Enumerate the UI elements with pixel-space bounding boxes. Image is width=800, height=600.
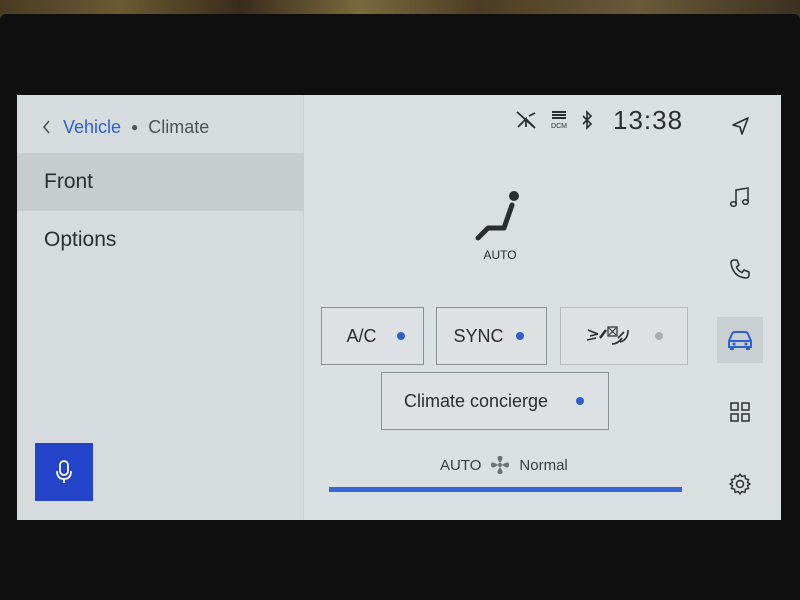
climate-concierge-button[interactable]: Climate concierge	[381, 372, 609, 430]
apps-icon	[730, 402, 750, 422]
climate-main-area: DCM 13:38 AUTO A/C SYNC Climate concierg…	[305, 95, 709, 520]
apps-button[interactable]	[717, 389, 763, 435]
car-icon	[728, 331, 752, 350]
air-recirculation-button[interactable]	[560, 307, 688, 365]
fan-speed-readout: AUTO Normal	[440, 453, 568, 477]
clock: 13:38	[613, 104, 684, 135]
music-icon	[729, 187, 750, 208]
voice-command-button[interactable]	[35, 443, 93, 501]
navigation-icon	[732, 117, 749, 135]
signal-off-icon	[516, 111, 536, 129]
breadcrumb-separator: ●	[131, 120, 139, 134]
settings-button[interactable]	[717, 461, 763, 507]
climate-concierge-label: Climate concierge	[403, 390, 549, 411]
seat-icon	[475, 191, 519, 241]
navigation-button[interactable]	[717, 103, 763, 149]
air-recirculation-icon	[586, 326, 629, 345]
air-recirculation-indicator	[655, 332, 663, 340]
ac-button-label: A/C	[346, 325, 377, 346]
menu-item-front[interactable]: Front	[17, 153, 304, 211]
breadcrumb-current: Climate	[148, 116, 210, 137]
seat-mode-label: AUTO	[483, 248, 517, 262]
status-bar: DCM 13:38	[515, 105, 683, 135]
settings-icon	[729, 473, 751, 495]
sync-button[interactable]: SYNC	[436, 307, 547, 365]
dcm-icon: DCM	[551, 110, 567, 131]
ac-indicator	[397, 332, 405, 340]
phone-button[interactable]	[717, 246, 763, 292]
climate-concierge-indicator	[576, 397, 584, 405]
dcm-label: DCM	[551, 122, 567, 130]
menu-item-options[interactable]: Options	[17, 211, 304, 269]
microphone-icon	[56, 460, 72, 483]
breadcrumb-vehicle-link[interactable]: Vehicle	[63, 117, 121, 138]
fan-speed-slider[interactable]	[329, 487, 682, 492]
fan-speed-fill	[329, 487, 682, 492]
infotainment-screen: Vehicle ● Climate Front Options DCM 13:3…	[17, 95, 781, 520]
sync-button-label: SYNC	[453, 325, 504, 346]
back-chevron-icon[interactable]	[39, 117, 53, 137]
phone-icon	[730, 259, 750, 279]
menu-item-front-label: Front	[44, 170, 94, 193]
sync-indicator	[516, 332, 524, 340]
bluetooth-icon	[582, 110, 593, 130]
media-button[interactable]	[717, 175, 763, 221]
right-navigation-rail	[709, 95, 781, 520]
fan-icon	[491, 456, 510, 474]
breadcrumb: Vehicle ● Climate	[39, 113, 209, 141]
fan-level-label: Normal	[519, 456, 568, 474]
vehicle-button[interactable]	[717, 317, 763, 363]
menu-item-options-label: Options	[44, 228, 117, 251]
fan-mode-label: AUTO	[440, 456, 482, 474]
ac-button[interactable]: A/C	[321, 307, 424, 365]
seat-climate-control[interactable]: AUTO	[460, 188, 540, 268]
left-panel: Vehicle ● Climate Front Options	[17, 95, 304, 520]
